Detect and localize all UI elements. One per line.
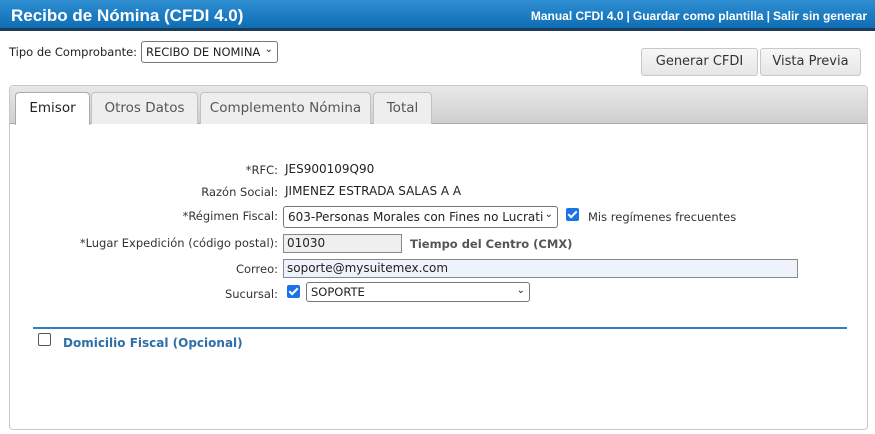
generar-cfdi-button[interactable]: Generar CFDI <box>641 48 758 76</box>
exit-without-generating-link[interactable]: Salir sin generar <box>773 9 867 23</box>
razon-social-label: Razón Social: <box>201 185 278 199</box>
tab-bar: Emisor Otros Datos Complemento Nómina To… <box>10 86 867 125</box>
tipo-comprobante-value: RECIBO DE NOMINA <box>146 45 261 59</box>
main-panel: Emisor Otros Datos Complemento Nómina To… <box>9 85 868 430</box>
tipo-comprobante-select[interactable]: RECIBO DE NOMINA ⌄ <box>141 41 278 63</box>
sucursal-value: SOPORTE <box>311 285 365 299</box>
tab-otros-datos[interactable]: Otros Datos <box>91 92 198 124</box>
tab-emisor[interactable]: Emisor <box>15 92 90 125</box>
regimenes-frecuentes-label: Mis regímenes frecuentes <box>588 210 737 224</box>
tipo-comprobante-label: Tipo de Comprobante: <box>9 45 138 59</box>
lugar-expedicion-label: *Lugar Expedición (código postal): <box>79 236 278 250</box>
sucursal-checkbox[interactable] <box>287 285 300 298</box>
section-divider <box>33 327 847 329</box>
save-template-link[interactable]: Guardar como plantilla <box>633 9 764 23</box>
tab-complemento-nomina[interactable]: Complemento Nómina <box>200 92 371 124</box>
vista-previa-button[interactable]: Vista Previa <box>760 48 861 76</box>
correo-label: Correo: <box>235 262 278 276</box>
regimen-fiscal-select[interactable]: 603-Personas Morales con Fines no Lucrat… <box>283 206 558 228</box>
sucursal-label: Sucursal: <box>224 287 278 301</box>
link-separator: | <box>766 9 770 23</box>
domicilio-fiscal-checkbox[interactable] <box>38 333 51 346</box>
title-links: Manual CFDI 4.0 | Guardar como plantilla | S… <box>531 9 867 23</box>
sucursal-select[interactable]: SOPORTE ⌄ <box>306 282 530 302</box>
chevron-down-icon: ⌄ <box>516 285 525 296</box>
chevron-down-icon: ⌄ <box>544 209 553 220</box>
razon-social-value: JIMENEZ ESTRADA SALAS A A <box>285 184 462 198</box>
timezone-hint: Tiempo del Centro (CMX) <box>410 237 573 251</box>
link-separator: | <box>626 9 630 23</box>
rfc-label: *RFC: <box>245 163 278 177</box>
domicilio-fiscal-label[interactable]: Domicilio Fiscal (Opcional) <box>63 336 243 350</box>
manual-link[interactable]: Manual CFDI 4.0 <box>531 9 624 23</box>
tab-total[interactable]: Total <box>373 92 432 124</box>
regimen-fiscal-value: 603-Personas Morales con Fines no Lucrat… <box>288 210 544 224</box>
chevron-down-icon: ⌄ <box>264 44 273 55</box>
title-bar: Recibo de Nómina (CFDI 4.0) Manual CFDI … <box>0 0 875 31</box>
rfc-value: JES900109Q90 <box>285 162 375 176</box>
window-title: Recibo de Nómina (CFDI 4.0) <box>11 6 244 25</box>
correo-input[interactable]: soporte@mysuitemex.com <box>283 259 798 278</box>
regimen-fiscal-label: *Régimen Fiscal: <box>182 209 278 223</box>
lugar-expedicion-input[interactable]: 01030 <box>283 234 402 253</box>
regimenes-frecuentes-checkbox[interactable] <box>566 208 579 221</box>
